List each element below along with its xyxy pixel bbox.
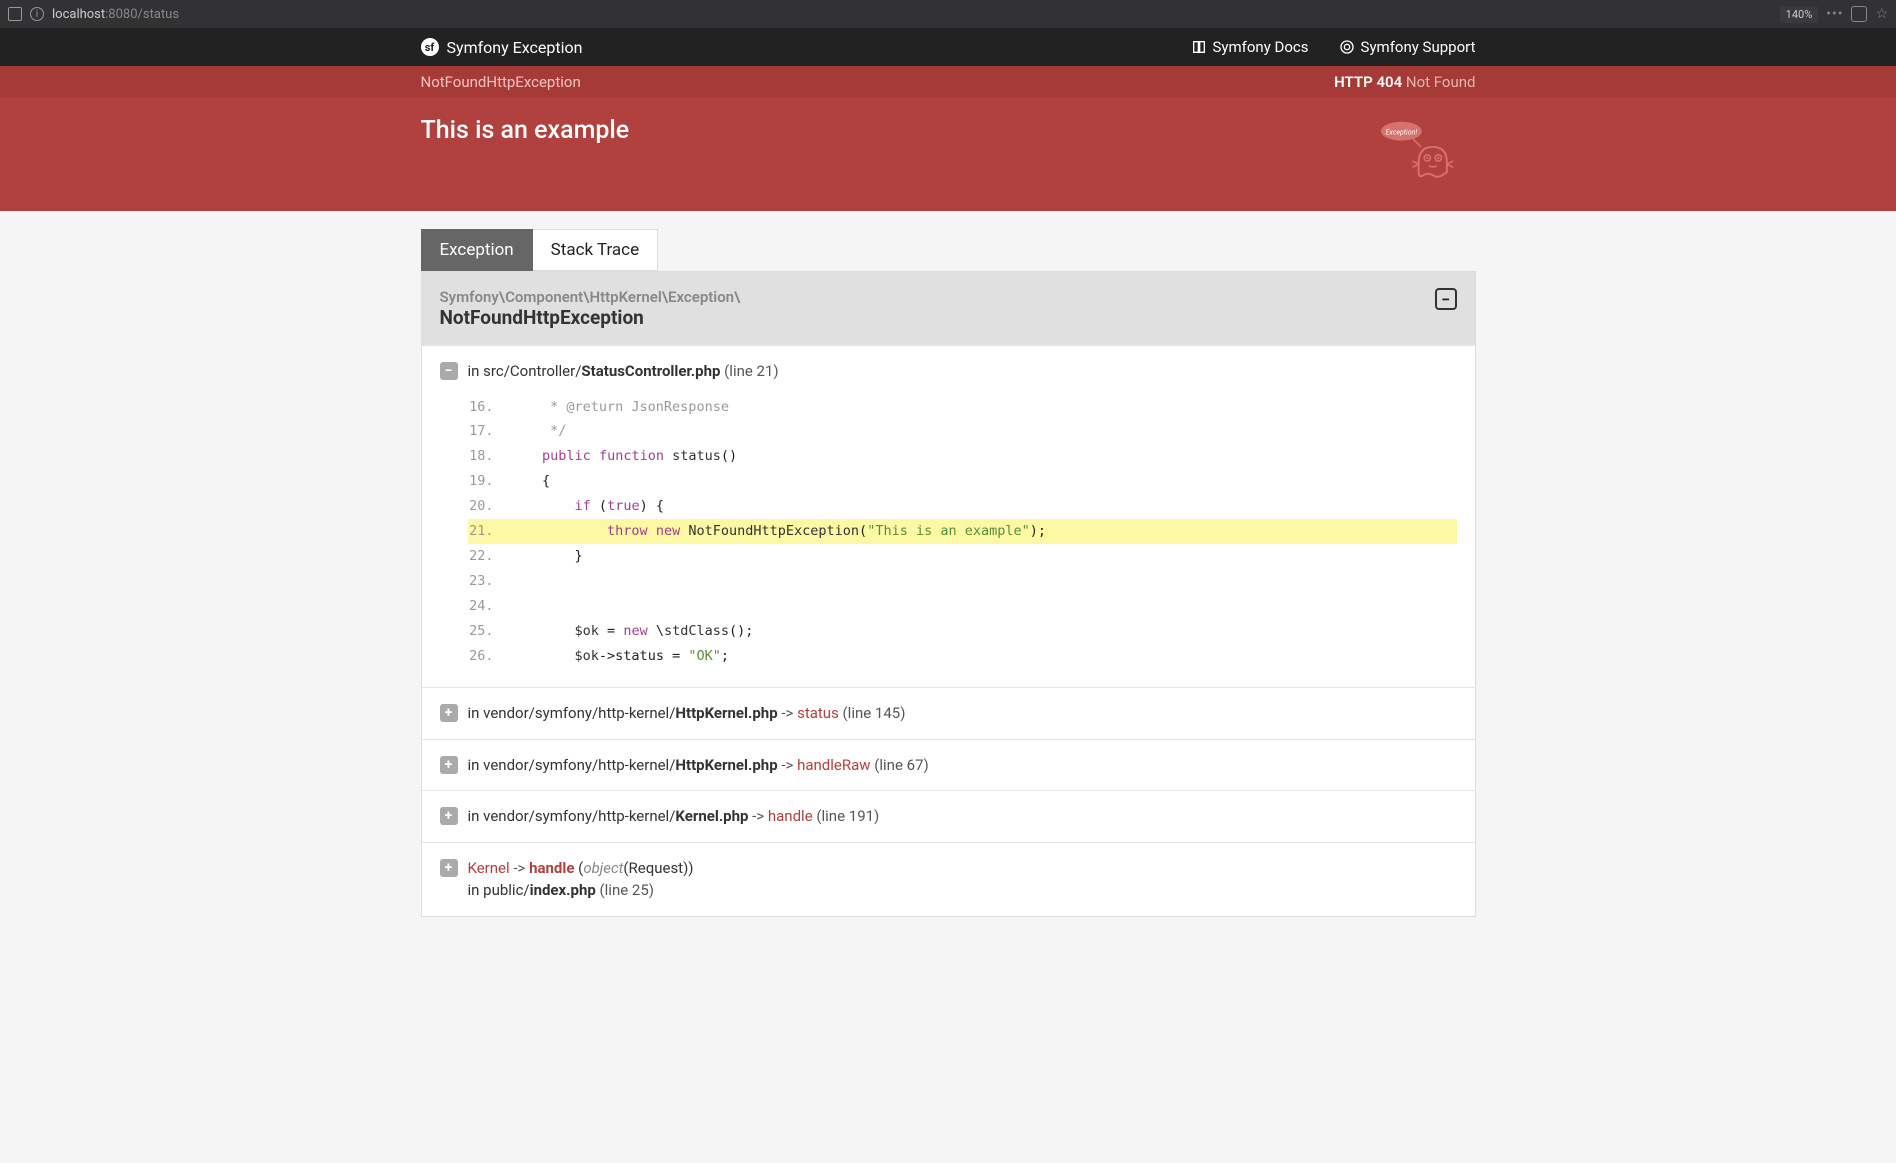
code-source: }: [510, 544, 1457, 569]
line-number: 19.: [468, 469, 510, 494]
brand: sf Symfony Exception: [421, 38, 583, 57]
symfony-logo-icon: sf: [421, 38, 439, 56]
code-source: if (true) {: [510, 494, 1457, 519]
support-link-label: Symfony Support: [1361, 38, 1476, 56]
info-icon[interactable]: i: [30, 7, 44, 21]
trace-location[interactable]: in vendor/symfony/http-kernel/HttpKernel…: [468, 702, 906, 725]
expand-plus-icon[interactable]: +: [440, 807, 458, 825]
line-number: 16.: [468, 395, 510, 420]
code-snippet: 16. * @return JsonResponse17. */18. publ…: [468, 395, 1457, 670]
line-number: 26.: [468, 644, 510, 669]
code-line: 21. throw new NotFoundHttpException("Thi…: [468, 519, 1457, 544]
more-icon[interactable]: •••: [1826, 6, 1843, 22]
collapse-icon[interactable]: −: [1435, 288, 1457, 310]
trace-item: + in vendor/symfony/http-kernel/HttpKern…: [422, 739, 1475, 791]
ghost-bubble-text: Exception!: [1385, 127, 1417, 136]
line-number: 23.: [468, 569, 510, 594]
line-number: 18.: [468, 444, 510, 469]
url-path: /status: [138, 7, 180, 22]
tabs: Exception Stack Trace: [421, 229, 1476, 271]
code-line: 17. */: [468, 419, 1457, 444]
code-line: 18. public function status(): [468, 444, 1457, 469]
docs-link[interactable]: Symfony Docs: [1191, 38, 1309, 56]
brand-text: Symfony Exception: [447, 38, 583, 57]
tab-exception[interactable]: Exception: [421, 229, 533, 271]
tab-stack-trace[interactable]: Stack Trace: [533, 229, 658, 271]
url-port: :8080: [105, 7, 137, 22]
code-line: 16. * @return JsonResponse: [468, 395, 1457, 420]
book-icon: [1191, 39, 1207, 55]
pocket-icon[interactable]: [1851, 6, 1867, 22]
line-number: 20.: [468, 494, 510, 519]
trace-location[interactable]: in vendor/symfony/http-kernel/HttpKernel…: [468, 754, 929, 777]
symfony-topbar: sf Symfony Exception Symfony Docs Symfon…: [0, 28, 1896, 66]
panel-header[interactable]: Symfony\Component\HttpKernel\Exception\ …: [422, 272, 1475, 345]
code-line: 19. {: [468, 469, 1457, 494]
ghost-illustration: Exception!: [1366, 116, 1476, 181]
line-number: 25.: [468, 619, 510, 644]
error-title: This is an example: [421, 116, 630, 145]
docs-link-label: Symfony Docs: [1213, 38, 1309, 56]
trace-location[interactable]: in src/Controller/StatusController.php (…: [468, 360, 779, 383]
http-status: HTTP 404 Not Found: [1334, 73, 1475, 91]
code-source: [510, 594, 1457, 619]
zoom-level[interactable]: 140%: [1780, 6, 1819, 23]
http-code: HTTP 404: [1334, 73, 1402, 91]
code-source: [510, 569, 1457, 594]
code-source: {: [510, 469, 1457, 494]
line-number: 21.: [468, 519, 510, 544]
trace-item: + in vendor/symfony/http-kernel/HttpKern…: [422, 687, 1475, 739]
code-line: 23.: [468, 569, 1457, 594]
line-number: 17.: [468, 419, 510, 444]
code-source: throw new NotFoundHttpException("This is…: [510, 519, 1457, 544]
code-line: 25. $ok = new \stdClass();: [468, 619, 1457, 644]
error-header: NotFoundHttpException HTTP 404 Not Found…: [0, 66, 1896, 211]
code-source: */: [510, 419, 1457, 444]
code-line: 22. }: [468, 544, 1457, 569]
code-source: * @return JsonResponse: [510, 395, 1457, 420]
code-source: public function status(): [510, 444, 1457, 469]
code-line: 24.: [468, 594, 1457, 619]
collapse-minus-icon[interactable]: −: [440, 362, 458, 380]
trace-location[interactable]: Kernel -> handle (object(Request)) in pu…: [468, 857, 694, 902]
line-number: 22.: [468, 544, 510, 569]
shield-icon[interactable]: [8, 7, 22, 21]
trace-item: − in src/Controller/StatusController.php…: [422, 345, 1475, 687]
support-link[interactable]: Symfony Support: [1339, 38, 1476, 56]
exception-namespace: Symfony\Component\HttpKernel\Exception\: [440, 288, 741, 306]
exception-class[interactable]: NotFoundHttpException: [421, 73, 581, 91]
browser-address-bar: i localhost:8080/status 140% ••• ☆: [0, 0, 1896, 28]
code-line: 26. $ok->status = "OK";: [468, 644, 1457, 669]
http-text: Not Found: [1406, 73, 1476, 91]
life-ring-icon: [1339, 39, 1355, 55]
exception-class-name: NotFoundHttpException: [440, 306, 741, 329]
expand-plus-icon[interactable]: +: [440, 704, 458, 722]
trace-location[interactable]: in vendor/symfony/http-kernel/Kernel.php…: [468, 805, 880, 828]
line-number: 24.: [468, 594, 510, 619]
code-line: 20. if (true) {: [468, 494, 1457, 519]
expand-plus-icon[interactable]: +: [440, 859, 458, 877]
trace-item: + Kernel -> handle (object(Request)) in …: [422, 842, 1475, 916]
exception-panel: Symfony\Component\HttpKernel\Exception\ …: [421, 271, 1476, 917]
code-source: $ok = new \stdClass();: [510, 619, 1457, 644]
code-source: $ok->status = "OK";: [510, 644, 1457, 669]
bookmark-star-icon[interactable]: ☆: [1875, 6, 1888, 22]
url-host: localhost: [52, 7, 105, 22]
trace-item: + in vendor/symfony/http-kernel/Kernel.p…: [422, 790, 1475, 842]
expand-plus-icon[interactable]: +: [440, 756, 458, 774]
url-display[interactable]: localhost:8080/status: [52, 7, 179, 22]
